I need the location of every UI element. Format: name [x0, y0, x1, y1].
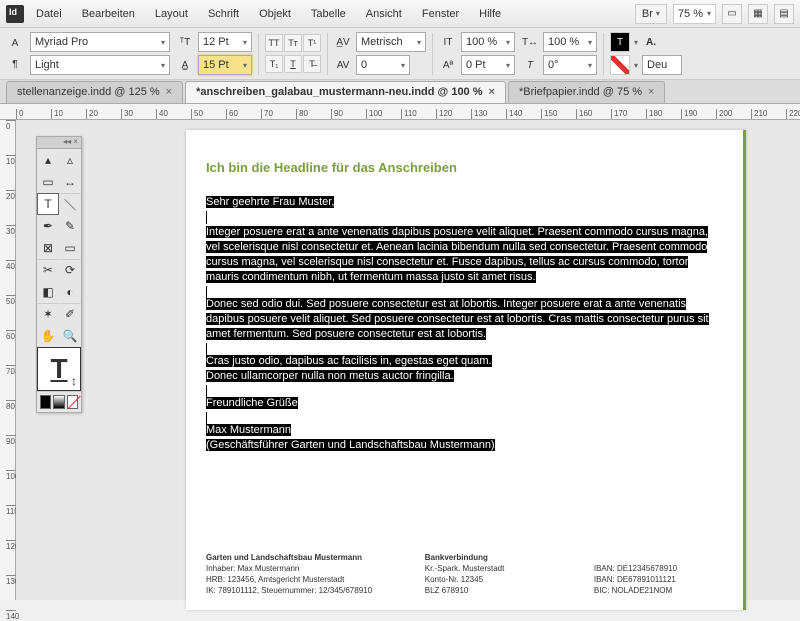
- font-style-select[interactable]: Light▾: [30, 55, 170, 75]
- vscale-icon: IT: [439, 33, 457, 51]
- menu-fenster[interactable]: Fenster: [414, 5, 467, 23]
- canvas-area[interactable]: Ich bin die Headline für das Anschreiben…: [16, 120, 800, 600]
- menu-layout[interactable]: Layout: [147, 5, 196, 23]
- view-options-icon[interactable]: ▦: [748, 4, 768, 24]
- close-icon[interactable]: ×: [489, 86, 495, 98]
- char-style-icon[interactable]: A.: [642, 33, 660, 51]
- tools-panel: ◂◂ × ▴ ▵ ▭ ↔ T ＼ ✒ ✎ ⊠ ▭ ✂ ⟳ ◧ ◐ ✶ ✐ ✋ 🔍: [36, 136, 82, 413]
- hscale-input[interactable]: 100 %▾: [543, 32, 597, 52]
- gradient-tool-icon[interactable]: ◧: [37, 281, 59, 303]
- gap-tool-icon[interactable]: ↔: [59, 171, 81, 193]
- font-family-select[interactable]: Myriad Pro▾: [30, 32, 170, 52]
- allcaps-button[interactable]: TT: [265, 34, 283, 52]
- close-icon[interactable]: ×: [166, 86, 172, 98]
- pen-tool-icon[interactable]: ✒: [37, 215, 59, 237]
- bridge-button[interactable]: Br▾: [635, 4, 667, 24]
- gradient-feather-tool-icon[interactable]: ◐: [59, 281, 81, 303]
- leading-icon: A͇: [176, 56, 194, 74]
- font-size-input[interactable]: 12 Pt▾: [198, 32, 252, 52]
- underline-button[interactable]: T: [284, 55, 302, 73]
- vscale-input[interactable]: 100 %▾: [461, 32, 515, 52]
- skew-icon: T: [521, 56, 539, 74]
- selection-tool-icon[interactable]: ▴: [37, 149, 59, 171]
- smallcaps-button[interactable]: Tᴛ: [284, 34, 302, 52]
- menu-bearbeiten[interactable]: Bearbeiten: [74, 5, 143, 23]
- char-mode-icon[interactable]: A: [6, 34, 24, 52]
- arrange-icon[interactable]: ▤: [774, 4, 794, 24]
- document-page[interactable]: Ich bin die Headline für das Anschreiben…: [186, 130, 746, 610]
- menu-ansicht[interactable]: Ansicht: [358, 5, 410, 23]
- kerning-select[interactable]: Metrisch▾: [356, 32, 426, 52]
- vertical-ruler: 0102030405060708090100110120130140: [0, 120, 16, 600]
- doc-tab-1[interactable]: stellenanzeige.indd @ 125 %×: [6, 81, 183, 103]
- pencil-tool-icon[interactable]: ✎: [59, 215, 81, 237]
- footer-block: Garten und Landschaftsbau Mustermann Inh…: [206, 552, 723, 596]
- menu-bar: Datei Bearbeiten Layout Schrift Objekt T…: [0, 0, 800, 28]
- transform-tool-icon[interactable]: ⟳: [59, 259, 81, 281]
- scissors-tool-icon[interactable]: ✂: [37, 259, 59, 281]
- font-size-icon: ᵀT: [176, 33, 194, 51]
- leading-input[interactable]: 15 Pt▾: [198, 55, 252, 75]
- tracking-input[interactable]: 0▾: [356, 55, 410, 75]
- apply-none-icon[interactable]: [67, 395, 78, 409]
- menu-objekt[interactable]: Objekt: [251, 5, 299, 23]
- panel-collapse-icon[interactable]: ◂◂ ×: [37, 137, 81, 149]
- subscript-button[interactable]: T₁: [265, 55, 283, 73]
- kerning-icon: A̲V: [334, 33, 352, 51]
- type-tool-icon[interactable]: T: [37, 193, 59, 215]
- line-tool-icon[interactable]: ＼: [59, 193, 81, 215]
- screen-mode-icon[interactable]: ▭: [722, 4, 742, 24]
- page-tool-icon[interactable]: ▭: [37, 171, 59, 193]
- eyedropper-tool-icon[interactable]: ✐: [59, 303, 81, 325]
- document-tab-bar: stellenanzeige.indd @ 125 %× *anschreibe…: [0, 80, 800, 104]
- doc-tab-3[interactable]: *Briefpapier.indd @ 75 %×: [508, 81, 666, 103]
- menu-datei[interactable]: Datei: [28, 5, 70, 23]
- headline-text[interactable]: Ich bin die Headline für das Anschreiben: [206, 160, 723, 175]
- zoom-select[interactable]: 75 %▾: [673, 4, 716, 24]
- skew-input[interactable]: 0°▾: [543, 55, 597, 75]
- hscale-icon: T↔: [521, 33, 539, 51]
- apply-gradient-icon[interactable]: [53, 395, 64, 409]
- note-tool-icon[interactable]: ✶: [37, 303, 59, 325]
- fill-stroke-icon[interactable]: [37, 347, 81, 391]
- para-mode-icon[interactable]: ¶: [6, 55, 24, 73]
- tracking-icon: AV: [334, 56, 352, 74]
- direct-select-tool-icon[interactable]: ▵: [59, 149, 81, 171]
- hand-tool-icon[interactable]: ✋: [37, 325, 59, 347]
- apply-color-icon[interactable]: [40, 395, 51, 409]
- superscript-button[interactable]: T¹: [303, 34, 321, 52]
- baseline-icon: Aª: [439, 56, 457, 74]
- baseline-input[interactable]: 0 Pt▾: [461, 55, 515, 75]
- stroke-color-icon[interactable]: [610, 55, 630, 75]
- language-select[interactable]: Deu: [642, 55, 682, 75]
- horizontal-ruler: 0102030405060708090100110120130140150160…: [0, 104, 800, 120]
- menu-tabelle[interactable]: Tabelle: [303, 5, 354, 23]
- menu-schrift[interactable]: Schrift: [200, 5, 247, 23]
- app-logo: [6, 5, 24, 23]
- control-bar: A ¶ Myriad Pro▾ Light▾ ᵀT12 Pt▾ A͇15 Pt▾…: [0, 28, 800, 80]
- doc-tab-2[interactable]: *anschreiben_galabau_mustermann-neu.indd…: [185, 81, 506, 103]
- close-icon[interactable]: ×: [648, 86, 654, 98]
- menu-hilfe[interactable]: Hilfe: [471, 5, 509, 23]
- rect-tool-icon[interactable]: ▭: [59, 237, 81, 259]
- strikethrough-button[interactable]: T̶: [303, 55, 321, 73]
- rect-frame-tool-icon[interactable]: ⊠: [37, 237, 59, 259]
- fill-color-icon[interactable]: T: [610, 32, 630, 52]
- body-text[interactable]: Sehr geehrte Frau Muster, Integer posuer…: [206, 195, 723, 453]
- zoom-tool-icon[interactable]: 🔍: [59, 325, 81, 347]
